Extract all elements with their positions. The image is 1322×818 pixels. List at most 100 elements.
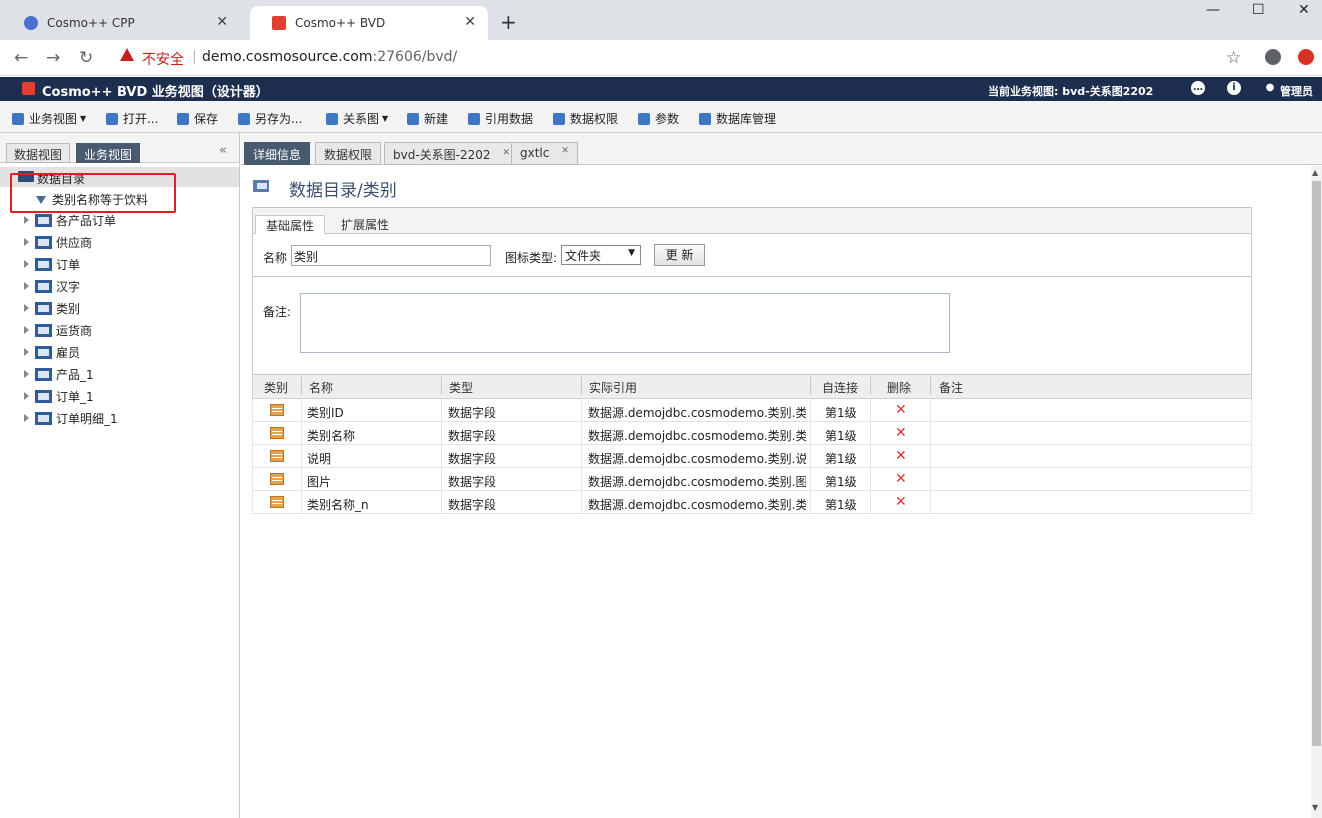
col-remark[interactable]: 备注 [939, 379, 963, 396]
browser-tab-cpp[interactable]: Cosmo++ CPP ✕ [2, 6, 240, 40]
remark-textarea[interactable] [300, 293, 950, 353]
reload-icon[interactable]: ↻ [79, 48, 93, 68]
expand-arrow-icon[interactable] [24, 304, 29, 312]
business-view-menu[interactable]: 业务视图 ▼ [12, 110, 86, 127]
name-input[interactable]: 类别 [291, 245, 491, 266]
new-button[interactable]: 新建 [407, 110, 448, 127]
table-icon [253, 180, 269, 192]
tree-node[interactable]: 订单明细_1 [24, 409, 118, 427]
info-icon[interactable]: i [1227, 81, 1241, 95]
tree-node[interactable]: 雇员 [24, 343, 80, 361]
address-bar: ← → ↻ 不安全 | demo.cosmosource.com:27606/b… [0, 40, 1322, 76]
expand-arrow-icon[interactable] [24, 326, 29, 334]
delete-icon[interactable]: ✕ [895, 425, 907, 441]
security-label[interactable]: 不安全 [142, 49, 184, 69]
tab-gxtlc[interactable]: gxtlc ✕ [511, 142, 578, 165]
expand-arrow-icon[interactable] [24, 282, 29, 290]
forward-icon[interactable]: → [46, 48, 60, 68]
left-panel: 数据视图 业务视图 « 数据目录 类别名称等于饮料 各产品订单 供应商 订单 汉… [0, 133, 240, 818]
expand-arrow-icon[interactable] [24, 370, 29, 378]
app-header: Cosmo++ BVD 业务视图（设计器） 当前业务视图: bvd-关系图220… [0, 77, 1322, 101]
close-icon[interactable]: ✕ [216, 14, 228, 30]
delete-icon[interactable]: ✕ [895, 471, 907, 487]
open-button[interactable]: 打开... [106, 110, 158, 127]
tree-node[interactable]: 类别 [24, 299, 80, 317]
tree-node[interactable]: 各产品订单 [24, 211, 116, 229]
property-tabs: 基础属性 扩展属性 [253, 208, 1251, 234]
col-self-join[interactable]: 自连接 [822, 379, 858, 396]
save-button[interactable]: 保存 [177, 110, 218, 127]
ref-data-button[interactable]: 引用数据 [468, 110, 533, 127]
col-category[interactable]: 类别 [264, 379, 288, 396]
db-manage-button[interactable]: 数据库管理 [699, 110, 776, 127]
tree-node[interactable]: 供应商 [24, 233, 92, 251]
browser-tab-bvd[interactable]: Cosmo++ BVD ✕ [250, 6, 488, 40]
toolbar: 业务视图 ▼ 打开... 保存 另存为... 关系图 ▼ 新建 引用数据 数据权限 … [0, 101, 1322, 133]
params-button[interactable]: 参数 [638, 110, 679, 127]
new-tab-button[interactable]: + [500, 10, 517, 34]
delete-icon[interactable]: ✕ [895, 494, 907, 510]
relation-menu[interactable]: 关系图 ▼ [326, 110, 388, 127]
col-delete[interactable]: 删除 [887, 379, 911, 396]
table-icon [35, 213, 52, 227]
col-type[interactable]: 类型 [449, 379, 473, 396]
params-icon [638, 112, 650, 125]
scroll-up-icon[interactable]: ▲ [1312, 168, 1318, 177]
expand-arrow-icon[interactable] [24, 238, 29, 246]
field-icon [270, 450, 284, 462]
save-as-button[interactable]: 另存为... [238, 110, 302, 127]
url-field[interactable]: 不安全 | demo.cosmosource.com:27606/bvd/ [110, 45, 1250, 71]
tab-basic-props[interactable]: 基础属性 [255, 215, 326, 234]
tree-node[interactable]: 产品_1 [24, 365, 94, 383]
tab-ext-props[interactable]: 扩展属性 [331, 215, 399, 234]
tree-node[interactable]: 运货商 [24, 321, 92, 339]
col-ref[interactable]: 实际引用 [589, 379, 637, 396]
table-row[interactable]: 说明 数据字段 数据源.demojdbc.cosmodemo.类别.说明 第1级… [252, 445, 1252, 468]
table-row[interactable]: 类别名称_n 数据字段 数据源.demojdbc.cosmodemo.类别.类.… [252, 491, 1252, 514]
back-icon[interactable]: ← [14, 48, 28, 68]
close-icon[interactable]: ✕ [561, 146, 569, 156]
collapse-icon[interactable]: « [219, 143, 227, 158]
tree-node[interactable]: 订单 [24, 255, 80, 273]
icon-type-select[interactable]: 文件夹 ▼ [561, 245, 641, 265]
delete-icon[interactable]: ✕ [895, 402, 907, 418]
expand-arrow-icon[interactable] [24, 392, 29, 400]
table-icon [35, 235, 52, 249]
browser-tab-title: Cosmo++ CPP [47, 16, 135, 30]
minimize-button[interactable]: — [1206, 2, 1220, 18]
table-icon [35, 279, 52, 293]
tab-data-perm[interactable]: 数据权限 [315, 142, 382, 165]
chat-icon[interactable]: … [1191, 81, 1205, 95]
expand-arrow-icon[interactable] [24, 260, 29, 268]
remark-label: 备注: [263, 305, 292, 319]
expand-arrow-icon[interactable] [24, 348, 29, 356]
col-name[interactable]: 名称 [309, 379, 333, 396]
close-icon[interactable]: ✕ [503, 148, 511, 158]
expand-arrow-icon[interactable] [24, 414, 29, 422]
user-name[interactable]: 管理员 [1280, 83, 1313, 99]
maximize-button[interactable]: ☐ [1252, 2, 1265, 18]
expand-arrow-icon[interactable] [24, 216, 29, 224]
tab-data-view[interactable]: 数据视图 [6, 143, 71, 163]
update-button[interactable]: 更 新 [654, 244, 705, 266]
table-row[interactable]: 类别ID 数据字段 数据源.demojdbc.cosmodemo.类别.类...… [252, 399, 1252, 422]
close-icon[interactable]: ✕ [464, 14, 476, 30]
data-perm-button[interactable]: 数据权限 [553, 110, 618, 127]
table-row[interactable]: 图片 数据字段 数据源.demojdbc.cosmodemo.类别.图片 第1级… [252, 468, 1252, 491]
scroll-down-icon[interactable]: ▼ [1312, 803, 1318, 812]
tree-node[interactable]: 汉字 [24, 277, 80, 295]
table-row[interactable]: 类别名称 数据字段 数据源.demojdbc.cosmodemo.类别.类...… [252, 422, 1252, 445]
tree-node[interactable]: 订单_1 [24, 387, 94, 405]
scrollbar-thumb[interactable] [1312, 181, 1321, 746]
delete-icon[interactable]: ✕ [895, 448, 907, 464]
window-close-button[interactable]: ✕ [1298, 2, 1310, 18]
icon-type-label: 图标类型: [505, 251, 558, 265]
tab-details[interactable]: 详细信息 [244, 142, 311, 165]
table-icon [35, 301, 52, 315]
profile-icon[interactable] [1265, 49, 1281, 65]
tab-relation-2202[interactable]: bvd-关系图-2202 ✕ [384, 142, 520, 165]
star-icon[interactable]: ☆ [1226, 48, 1241, 68]
update-icon[interactable] [1298, 49, 1314, 65]
table-icon [35, 411, 52, 425]
tab-business-view[interactable]: 业务视图 [76, 143, 141, 163]
